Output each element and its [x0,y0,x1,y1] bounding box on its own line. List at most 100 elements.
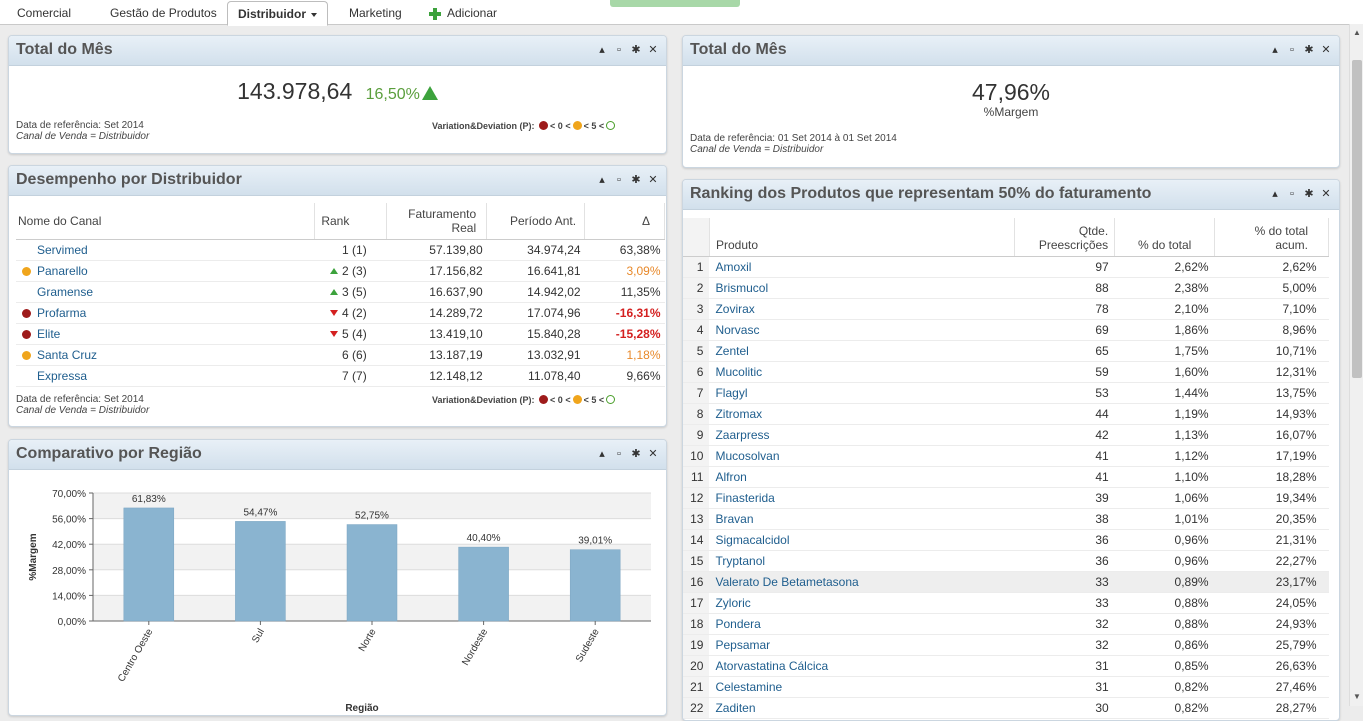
product-link[interactable]: Bravan [715,512,753,526]
table-row[interactable]: 7 Flagyl 53 1,44% 13,75% [683,382,1329,404]
maximize-icon[interactable]: ▫ [612,174,626,186]
product-link[interactable]: Sigmacalcidol [715,533,789,547]
table-row[interactable]: Profarma 4 (2) 14.289,72 17.074,96 -16,31% [16,302,665,324]
minimize-icon[interactable]: ▴ [1268,187,1282,200]
product-link[interactable]: Zyloric [715,596,750,610]
product-link[interactable]: Finasterida [715,491,774,505]
table-row[interactable]: 11 Alfron 41 1,10% 18,28% [683,466,1329,488]
product-link[interactable]: Tryptanol [715,554,765,568]
product-link[interactable]: Mucolitic [715,365,762,379]
product-link[interactable]: Celestamine [715,680,782,694]
product-link[interactable]: Zentel [715,344,748,358]
gear-icon[interactable]: ✱ [629,43,643,56]
gear-icon[interactable]: ✱ [629,447,643,460]
product-link[interactable]: Zaditen [715,701,755,715]
table-row[interactable]: 14 Sigmacalcidol 36 0,96% 21,31% [683,529,1329,551]
channel-link[interactable]: Gramense [37,285,93,299]
close-icon[interactable]: ✕ [1319,187,1333,200]
column-header-pct-acum[interactable]: % do total acum. [1214,218,1329,257]
table-row[interactable]: 22 Zaditen 30 0,82% 28,27% [683,697,1329,719]
product-link[interactable]: Flagyl [715,386,747,400]
tab-gestao-de-produtos[interactable]: Gestão de Produtos [110,0,217,24]
table-row[interactable]: 6 Mucolitic 59 1,60% 12,31% [683,361,1329,383]
channel-link[interactable]: Elite [37,327,60,341]
page-scrollbar[interactable]: ▲ ▼ [1349,24,1363,706]
table-row[interactable]: 3 Zovirax 78 2,10% 7,10% [683,298,1329,320]
scroll-down-icon[interactable]: ▼ [1353,692,1361,701]
maximize-icon[interactable]: ▫ [1285,44,1299,56]
table-row[interactable]: 5 Zentel 65 1,75% 10,71% [683,340,1329,362]
scrollbar-thumb[interactable] [1352,60,1362,378]
close-icon[interactable]: ✕ [646,447,660,460]
tab-comercial[interactable]: Comercial [17,0,71,24]
channel-link[interactable]: Panarello [37,264,88,278]
channel-link[interactable]: Profarma [37,306,86,320]
gear-icon[interactable]: ✱ [1302,43,1316,56]
maximize-icon[interactable]: ▫ [612,44,626,56]
product-link[interactable]: Zovirax [715,302,754,316]
table-row[interactable]: 13 Bravan 38 1,01% 20,35% [683,508,1329,530]
table-row[interactable]: 20 Atorvastatina Cálcica 31 0,85% 26,63% [683,655,1329,677]
gear-icon[interactable]: ✱ [1302,187,1316,200]
maximize-icon[interactable]: ▫ [612,448,626,460]
close-icon[interactable]: ✕ [646,173,660,186]
table-row[interactable]: Expressa 7 (7) 12.148,12 11.078,40 9,66% [16,365,665,387]
table-row[interactable]: 21 Celestamine 31 0,82% 27,46% [683,676,1329,698]
minimize-icon[interactable]: ▴ [595,447,609,460]
table-row[interactable]: 17 Zyloric 33 0,88% 24,05% [683,592,1329,614]
channel-link[interactable]: Santa Cruz [37,348,97,362]
tab-marketing[interactable]: Marketing [349,0,402,24]
maximize-icon[interactable]: ▫ [1285,188,1299,200]
table-row[interactable]: 8 Zitromax 44 1,19% 14,93% [683,403,1329,425]
tab-distribuidor[interactable]: Distribuidor [227,1,328,26]
column-header-faturamento[interactable]: Faturamento Real [386,203,488,240]
product-link[interactable]: Amoxil [715,260,751,274]
product-link[interactable]: Alfron [715,470,746,484]
product-link[interactable]: Pondera [715,617,760,631]
bar-sul [235,521,286,622]
scroll-up-icon[interactable]: ▲ [1353,28,1361,37]
column-header-produto[interactable]: Produto [709,218,1015,257]
product-link[interactable]: Atorvastatina Cálcica [715,659,828,673]
table-row[interactable]: 16 Valerato De Betametasona 33 0,89% 23,17% [683,571,1329,593]
close-icon[interactable]: ✕ [1319,43,1333,56]
product-link[interactable]: Zaarpress [715,428,769,442]
gear-icon[interactable]: ✱ [629,173,643,186]
table-row[interactable]: 9 Zaarpress 42 1,13% 16,07% [683,424,1329,446]
table-row[interactable]: Gramense 3 (5) 16.637,90 14.942,02 11,35% [16,281,665,303]
channel-link[interactable]: Expressa [37,369,87,383]
minimize-icon[interactable]: ▴ [1268,43,1282,56]
product-link[interactable]: Zitromax [715,407,762,421]
table-row[interactable]: 4 Norvasc 69 1,86% 8,96% [683,319,1329,341]
table-row[interactable]: 19 Pepsamar 32 0,86% 25,79% [683,634,1329,656]
chevron-down-icon[interactable] [311,12,317,17]
product-link[interactable]: Mucosolvan [715,449,779,463]
product-link[interactable]: Brismucol [715,281,768,295]
minimize-icon[interactable]: ▴ [595,43,609,56]
table-row[interactable]: 12 Finasterida 39 1,06% 19,34% [683,487,1329,509]
column-header-rank[interactable]: Rank [314,203,388,240]
product-link[interactable]: Pepsamar [715,638,770,652]
table-row[interactable]: 18 Pondera 32 0,88% 24,93% [683,613,1329,635]
column-header-delta[interactable]: Δ [584,203,665,240]
table-row[interactable]: 10 Mucosolvan 41 1,12% 17,19% [683,445,1329,467]
table-row[interactable]: Elite 5 (4) 13.419,10 15.840,28 -15,28% [16,323,665,345]
table-row[interactable]: Servimed 1 (1) 57.139,80 34.974,24 63,38% [16,239,665,261]
product-link[interactable]: Valerato De Betametasona [715,575,858,589]
minimize-icon[interactable]: ▴ [595,173,609,186]
channel-link[interactable]: Servimed [37,243,88,257]
close-icon[interactable]: ✕ [646,43,660,56]
product-link[interactable]: Norvasc [715,323,759,337]
column-header-periodo[interactable]: Período Ant. [486,203,586,240]
table-row[interactable]: 2 Brismucol 88 2,38% 5,00% [683,277,1329,299]
cell-pct-acum: 19,34% [1214,487,1329,509]
table-row[interactable]: 1 Amoxil 97 2,62% 2,62% [683,256,1329,278]
column-header-qtde[interactable]: Qtde. Preescrições [1014,218,1116,257]
tab-adicionar[interactable]: Adicionar [429,0,497,24]
table-row[interactable]: 15 Tryptanol 36 0,96% 22,27% [683,550,1329,572]
table-row[interactable]: Santa Cruz 6 (6) 13.187,19 13.032,91 1,18% [16,344,665,366]
table-row[interactable]: Panarello 2 (3) 17.156,82 16.641,81 3,09% [16,260,665,282]
column-header-pct-total[interactable]: % do total [1114,218,1216,257]
column-header-nome[interactable]: Nome do Canal [16,203,316,240]
panel-controls: ▴ ▫ ✱ ✕ [1265,187,1333,200]
